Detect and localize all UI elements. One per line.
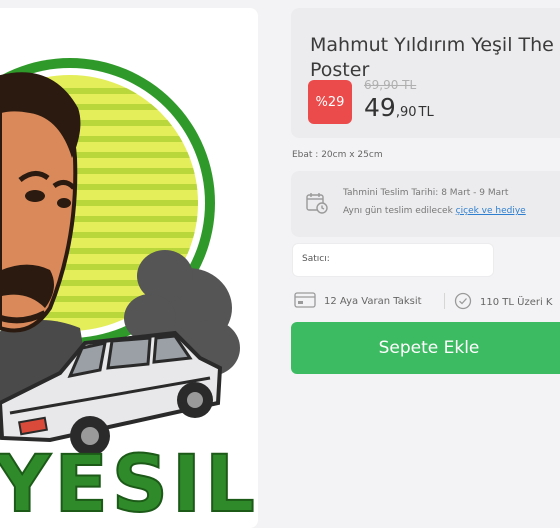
price-integer: 49 [364,93,396,122]
features-row: 12 Aya Varan Taksit 110 TL Üzeri K [292,292,560,312]
brand-logo-text: YESIL [0,440,258,528]
free-shipping-text: 110 TL Üzeri K [480,297,553,308]
credit-card-icon [294,292,324,311]
calendar-clock-icon [305,191,329,219]
installment-feature: 12 Aya Varan Taksit [294,292,422,311]
features-divider [444,293,445,309]
installment-text: 12 Aya Varan Taksit [324,296,422,307]
discount-badge: %29 [308,80,352,124]
delivery-info-card: Tahmini Teslim Tarihi: 8 Mart - 9 Mart A… [291,171,560,237]
same-day-text: Aynı gün teslim edilecek [343,206,453,216]
delivery-estimate: Tahmini Teslim Tarihi: 8 Mart - 9 Mart [343,188,508,198]
add-to-cart-button[interactable]: Sepete Ekle [291,322,560,374]
free-shipping-feature: 110 TL Üzeri K [454,292,552,313]
price-currency: TL [418,105,434,120]
same-day-link[interactable]: çiçek ve hediye [456,206,526,216]
check-circle-icon [454,292,480,313]
price-decimal: ,90 [395,105,417,120]
old-price: 69,90 TL [364,78,417,92]
delivery-estimate-value: 8 Mart - 9 Mart [441,188,509,198]
delivery-estimate-label: Tahmini Teslim Tarihi: [343,188,439,198]
product-size: Ebat : 20cm x 25cm [292,150,383,160]
product-image[interactable]: YESIL [0,8,258,528]
product-title: Mahmut Yıldırım Yeşil The Poster [310,33,560,83]
product-title-line1: Mahmut Yıldırım Yeşil The [310,33,554,56]
product-title-line2: Poster [310,58,370,81]
product-summary-card: Mahmut Yıldırım Yeşil The Poster %29 69,… [291,8,560,138]
seller-label: Satıcı: [302,254,330,264]
same-day-delivery: Aynı gün teslim edilecek çiçek ve hediye [343,206,526,216]
seller-field[interactable]: Satıcı: [292,243,494,277]
current-price: 49,90 TL [364,94,434,127]
